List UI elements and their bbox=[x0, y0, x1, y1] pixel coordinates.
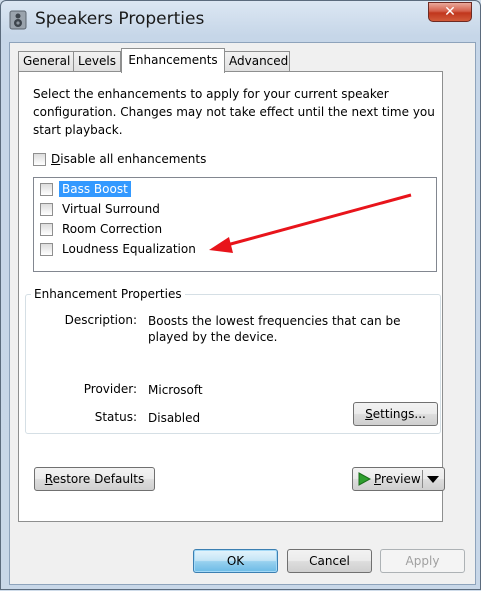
ok-button[interactable]: OK bbox=[193, 549, 278, 573]
description-value: Boosts the lowest frequencies that can b… bbox=[148, 314, 401, 344]
title-bar[interactable]: Speakers Properties ✕ bbox=[1, 1, 480, 41]
description-label: Description: bbox=[64, 313, 137, 327]
room-correction-checkbox[interactable] bbox=[40, 222, 53, 236]
tab-levels[interactable]: Levels bbox=[73, 51, 121, 71]
disable-all-checkbox[interactable] bbox=[33, 152, 46, 166]
room-correction-label: Room Correction bbox=[62, 222, 163, 236]
tab-advanced[interactable]: Advanced bbox=[224, 51, 290, 71]
dropdown-arrow-icon[interactable] bbox=[427, 476, 439, 484]
disable-all-label: Disable all enhancements bbox=[51, 152, 207, 166]
speaker-icon bbox=[9, 10, 27, 30]
play-icon bbox=[358, 472, 371, 486]
apply-button[interactable]: Apply bbox=[380, 549, 465, 573]
close-button[interactable]: ✕ bbox=[428, 2, 472, 22]
loudness-equalization-label: Loudness Equalization bbox=[62, 242, 196, 256]
list-item[interactable]: Virtual Surround bbox=[40, 200, 163, 218]
enhancements-description: Select the enhancements to apply for you… bbox=[33, 87, 435, 137]
virtual-surround-label: Virtual Surround bbox=[62, 202, 160, 216]
provider-value: Microsoft bbox=[148, 383, 203, 397]
virtual-surround-checkbox[interactable] bbox=[40, 202, 53, 216]
enhancements-list[interactable]: Bass Boost Virtual Surround Room Correct… bbox=[33, 177, 437, 272]
enhancement-properties-title: Enhancement Properties bbox=[31, 287, 185, 301]
bass-boost-label: Bass Boost bbox=[58, 180, 132, 198]
list-item[interactable]: Bass Boost bbox=[40, 180, 132, 198]
preview-button[interactable]: Preview bbox=[352, 467, 445, 491]
bass-boost-checkbox[interactable] bbox=[40, 182, 53, 196]
disable-all-row[interactable]: Disable all enhancements bbox=[33, 152, 206, 166]
close-icon: ✕ bbox=[444, 4, 456, 20]
split-divider bbox=[422, 470, 423, 488]
window-title: Speakers Properties bbox=[35, 9, 205, 29]
provider-label: Provider: bbox=[83, 382, 137, 396]
properties-window: Speakers Properties ✕ General Levels Enh… bbox=[0, 0, 481, 590]
tab-general[interactable]: General bbox=[18, 51, 74, 71]
loudness-equalization-checkbox[interactable] bbox=[40, 242, 53, 256]
tab-enhancements[interactable]: Enhancements bbox=[121, 48, 225, 73]
restore-defaults-button[interactable]: Restore Defaults bbox=[34, 467, 155, 491]
cancel-button[interactable]: Cancel bbox=[287, 549, 372, 573]
status-label: Status: bbox=[94, 410, 137, 424]
preview-label: Preview bbox=[374, 472, 421, 486]
settings-button[interactable]: Settings... bbox=[353, 402, 438, 426]
list-item[interactable]: Room Correction bbox=[40, 220, 165, 238]
list-item[interactable]: Loudness Equalization bbox=[40, 240, 199, 258]
